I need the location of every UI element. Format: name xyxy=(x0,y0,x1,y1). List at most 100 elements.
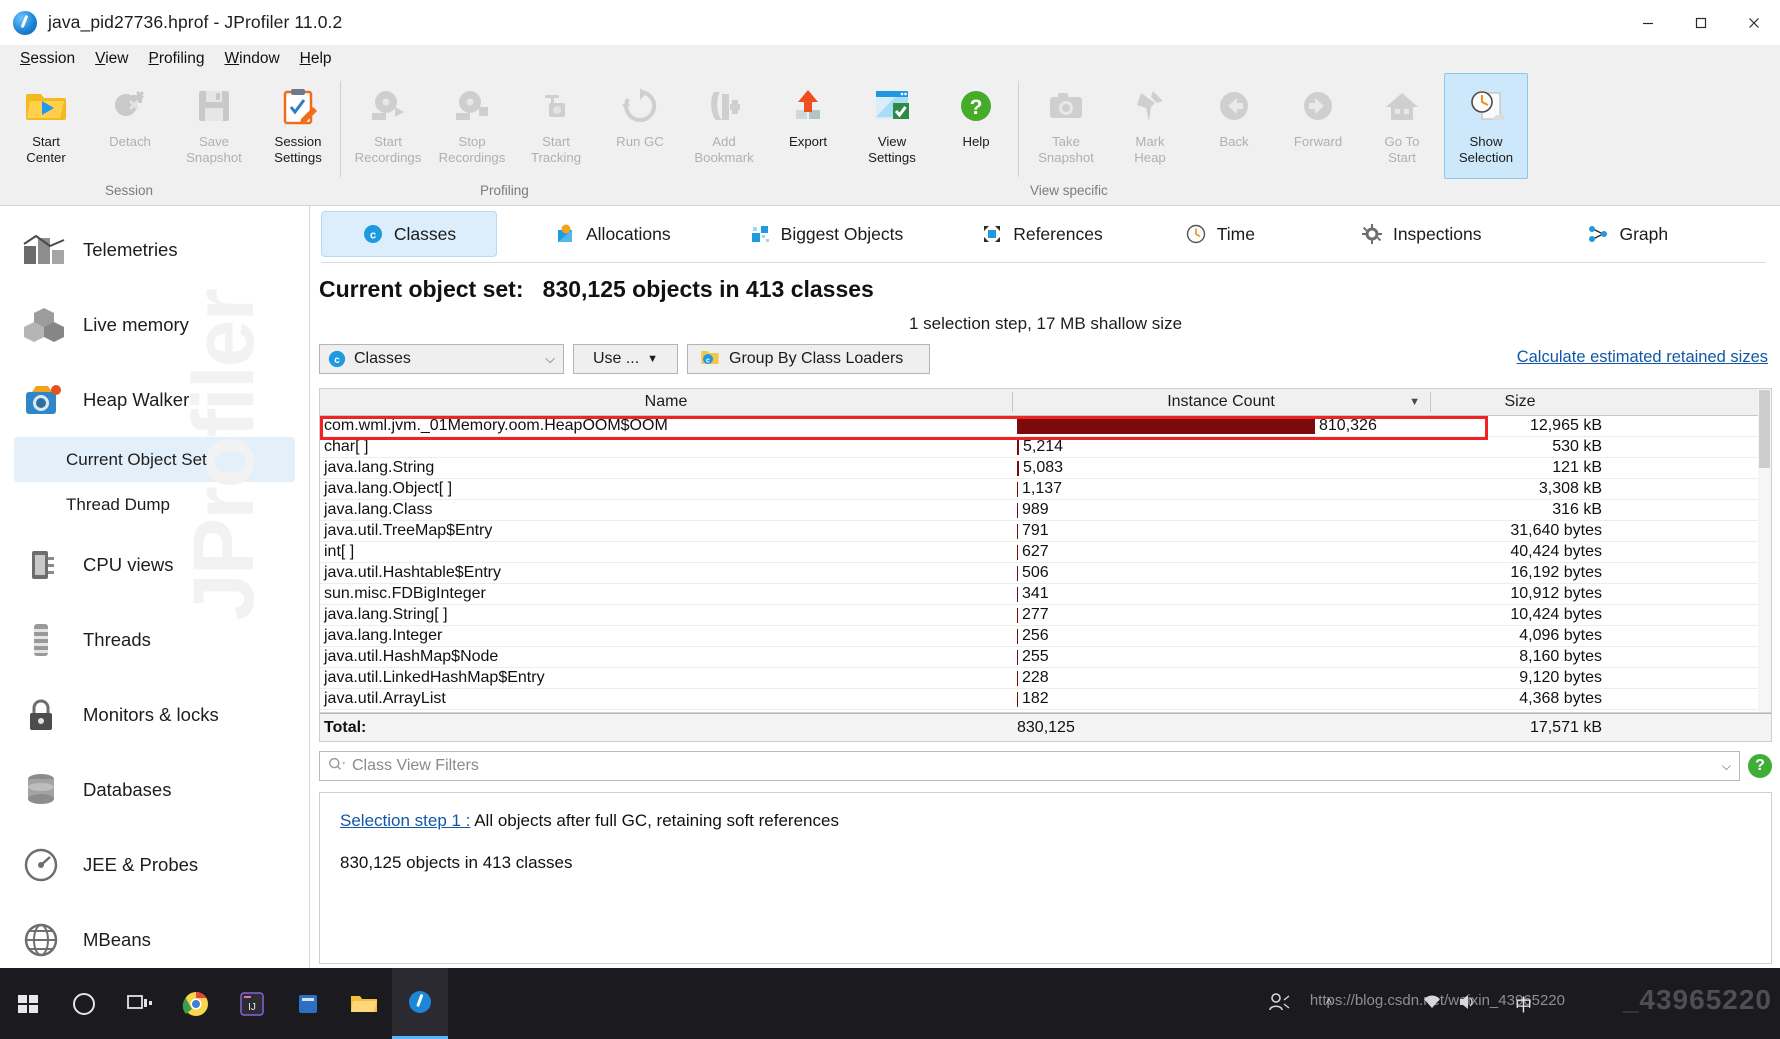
session-settings-button[interactable]: Session Settings xyxy=(256,73,340,179)
volume-icon[interactable] xyxy=(1457,993,1477,1015)
show-selection-button[interactable]: Show Selection xyxy=(1444,73,1528,179)
table-row[interactable]: java.lang.Object[ ] 1,137 3,308 kB xyxy=(320,479,1771,500)
sidebar-item-current-object-set[interactable]: Current Object Set xyxy=(14,437,295,482)
sidebar-item-heap-walker[interactable]: Heap Walker xyxy=(0,362,309,437)
forward-button: Forward xyxy=(1276,73,1360,179)
mark-heap-icon xyxy=(1128,84,1172,128)
cell-class-name: char[ ] xyxy=(324,438,369,455)
table-row[interactable]: sun.misc.FDBigInteger 341 10,912 bytes xyxy=(320,584,1771,605)
help-button[interactable]: ? Help xyxy=(934,73,1018,179)
cell-instance-count: 627 xyxy=(1012,543,1430,561)
app-blue-icon[interactable] xyxy=(280,968,336,1039)
instance-count-bar xyxy=(1017,523,1018,539)
table-row[interactable]: java.util.TreeMap$Entry 791 31,640 bytes xyxy=(320,521,1771,542)
cell-size: 9,120 bytes xyxy=(1519,669,1602,686)
sidebar-item-thread-dump[interactable]: Thread Dump xyxy=(14,482,295,527)
sidebar-item-telemetries[interactable]: Telemetries xyxy=(0,212,309,287)
class-view-filter[interactable]: Class View Filters ⌵ xyxy=(319,751,1740,781)
tab-allocations[interactable]: Allocations xyxy=(531,211,694,257)
jprofiler-taskbar-icon[interactable] xyxy=(392,968,448,1039)
table-row[interactable]: int[ ] 627 40,424 bytes xyxy=(320,542,1771,563)
sidebar-item-threads[interactable]: Threads xyxy=(0,602,309,677)
people-icon[interactable] xyxy=(1268,992,1292,1016)
column-header-name[interactable]: Name xyxy=(320,389,1012,415)
export-icon xyxy=(786,84,830,128)
view-settings-button[interactable]: View Settings xyxy=(850,73,934,179)
show-hidden-icons-icon[interactable]: ^ xyxy=(1326,996,1332,1011)
minimize-button[interactable] xyxy=(1621,0,1674,45)
menu-window[interactable]: Window xyxy=(215,48,290,70)
file-explorer-icon[interactable] xyxy=(336,968,392,1039)
help-circle-icon[interactable]: ? xyxy=(1748,754,1772,778)
menu-view[interactable]: View xyxy=(85,48,138,70)
use-button[interactable]: Use ... ▼ xyxy=(573,344,678,374)
object-set-label: Current object set: xyxy=(319,276,524,302)
save-snapshot-icon xyxy=(192,84,236,128)
tab-time[interactable]: Time xyxy=(1162,211,1278,257)
tab-graph[interactable]: Graph xyxy=(1564,211,1691,257)
sidebar-item-jee-probes[interactable]: JEE & Probes xyxy=(0,827,309,902)
table-row[interactable]: char[ ] 5,214 530 kB xyxy=(320,437,1771,458)
sidebar-item-live-memory[interactable]: Live memory xyxy=(0,287,309,362)
table-row[interactable]: java.util.HashMap$Node 255 8,160 bytes xyxy=(320,647,1771,668)
group-by-class-loaders-button[interactable]: c Group By Class Loaders xyxy=(687,344,930,374)
maximize-button[interactable] xyxy=(1674,0,1727,45)
table-row[interactable]: java.lang.Integer 256 4,096 bytes xyxy=(320,626,1771,647)
tab-classes[interactable]: c Classes xyxy=(321,211,497,257)
instance-count-value: 810,326 xyxy=(1319,417,1377,434)
tab-biggest-objects[interactable]: Biggest Objects xyxy=(726,211,927,257)
chevron-down-icon: ⌵ xyxy=(545,351,555,366)
menu-profiling[interactable]: Profiling xyxy=(138,48,214,70)
start-center-button[interactable]: Start Center xyxy=(4,73,88,179)
close-button[interactable] xyxy=(1727,0,1780,45)
chrome-icon[interactable] xyxy=(168,968,224,1039)
table-row[interactable]: java.lang.String 5,083 121 kB xyxy=(320,458,1771,479)
sidebar-item-databases[interactable]: Databases xyxy=(0,752,309,827)
table-row[interactable]: java.util.LinkedHashMap$Entry 228 9,120 by… xyxy=(320,668,1771,689)
table-scrollbar-thumb[interactable] xyxy=(1759,390,1770,468)
cell-class-name: sun.misc.FDBigInteger xyxy=(324,585,486,602)
column-header-instance-count[interactable]: Instance Count ▼ xyxy=(1012,389,1430,415)
tab-references[interactable]: References xyxy=(958,211,1126,257)
instance-count-value: 1,137 xyxy=(1022,480,1063,497)
grouping-combo[interactable]: c Classes ⌵ xyxy=(319,344,564,374)
ime-indicator[interactable]: 中 xyxy=(1515,991,1532,1016)
grouping-combo-value: Classes xyxy=(354,350,411,367)
cell-instance-count: 256 xyxy=(1012,627,1430,645)
task-view-icon[interactable] xyxy=(112,968,168,1039)
menu-session[interactable]: Session xyxy=(10,48,85,70)
filter-chevron-down-icon[interactable]: ⌵ xyxy=(1722,759,1731,774)
table-row[interactable]: java.util.ArrayList 182 4,368 bytes xyxy=(320,689,1771,710)
intellij-icon[interactable]: IJ xyxy=(224,968,280,1039)
column-header-size[interactable]: Size xyxy=(1430,389,1610,415)
selection-step-text: All objects after full GC, retaining sof… xyxy=(474,811,839,830)
windows-start-icon[interactable] xyxy=(0,968,56,1039)
databases-icon xyxy=(20,766,68,814)
heap-walker-icon xyxy=(20,376,68,424)
sidebar-item-cpu-views[interactable]: CPU views xyxy=(0,527,309,602)
table-row[interactable]: java.util.Hashtable$Entry 506 16,192 bytes xyxy=(320,563,1771,584)
sidebar-item-mbeans[interactable]: MBeans xyxy=(0,902,309,968)
instance-count-value: 5,083 xyxy=(1023,459,1064,476)
network-icon[interactable] xyxy=(1422,993,1442,1015)
tabs-divider xyxy=(321,262,1766,263)
selection-step-link[interactable]: Selection step 1 : xyxy=(340,811,470,830)
export-button[interactable]: Export xyxy=(766,73,850,179)
instance-count-value: 791 xyxy=(1022,522,1049,539)
sidebar-item-monitors-locks[interactable]: Monitors & locks xyxy=(0,677,309,752)
cell-size: 121 kB xyxy=(1552,459,1602,476)
cell-size: 12,965 kB xyxy=(1529,417,1602,434)
table-row[interactable]: java.lang.Class 989 316 kB xyxy=(320,500,1771,521)
tab-inspections[interactable]: Inspections xyxy=(1338,211,1505,257)
instance-count-value: 182 xyxy=(1022,690,1049,707)
tab-label-references: References xyxy=(1013,223,1103,244)
instance-count-value: 228 xyxy=(1022,669,1049,686)
table-scrollbar[interactable] xyxy=(1758,389,1771,712)
table-row[interactable]: java.lang.String[ ] 277 10,424 bytes xyxy=(320,605,1771,626)
menu-bar: Session View Profiling Window Help xyxy=(0,45,1780,73)
cortana-circle-icon[interactable] xyxy=(56,968,112,1039)
menu-help[interactable]: Help xyxy=(290,48,342,70)
calculate-retained-sizes-link[interactable]: Calculate estimated retained sizes xyxy=(1517,348,1768,367)
mbeans-icon xyxy=(20,916,68,964)
table-row[interactable]: com.wml.jvm._01Memory.oom.HeapOOM$OOM 810… xyxy=(320,416,1771,437)
